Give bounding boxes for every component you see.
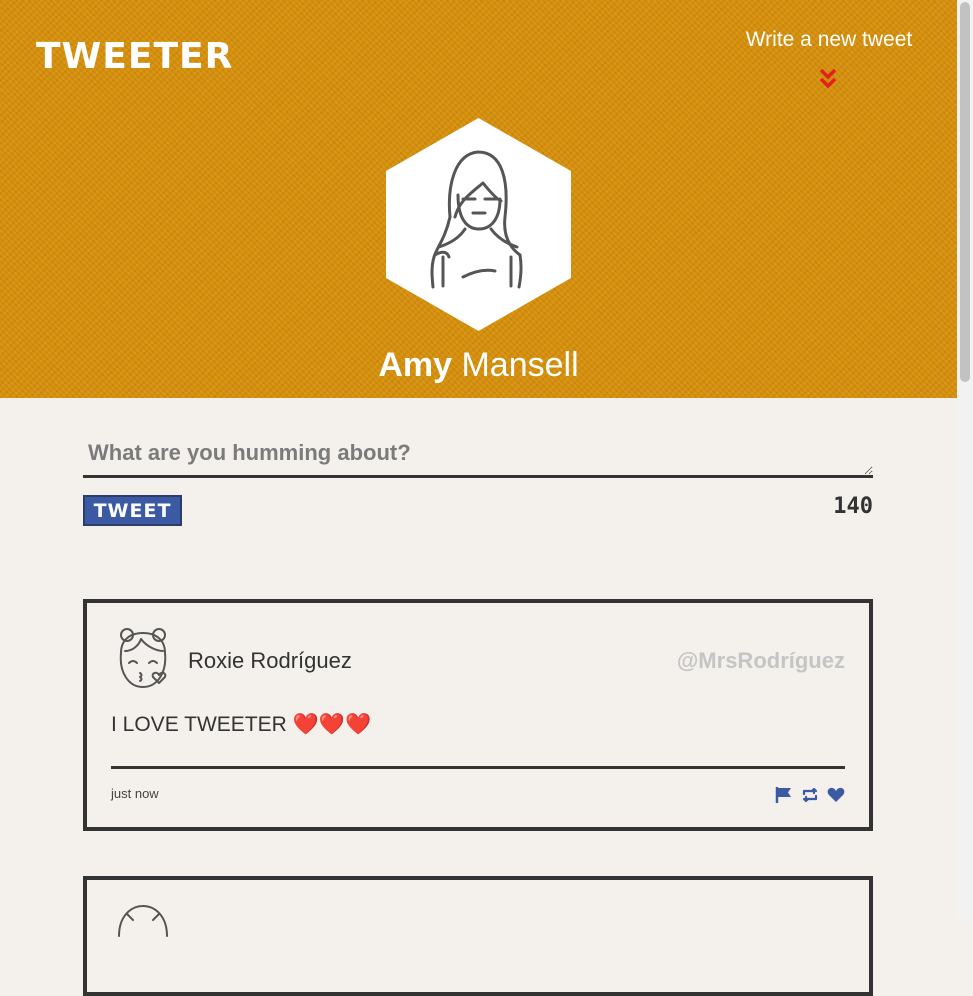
profile-avatar: [386, 118, 571, 331]
tweet-card: [83, 876, 873, 996]
user-avatar-icon: [118, 904, 168, 937]
profile-last-name: Mansell: [461, 346, 579, 384]
tweet-content: I LOVE TWEETER ❤️❤️❤️: [111, 713, 372, 736]
profile-first-name: Amy: [378, 346, 453, 384]
tweet-timestamp: just now: [111, 786, 159, 801]
tweet-actions: [775, 786, 845, 804]
tweet-textarea[interactable]: [83, 436, 873, 478]
scrollbar-thumb[interactable]: [960, 2, 970, 382]
app-logo: TWEETER: [36, 36, 234, 77]
write-new-tweet-label: Write a new tweet: [745, 28, 913, 51]
girl-kiss-avatar-icon: [119, 628, 167, 688]
retweet-icon[interactable]: [801, 786, 819, 804]
write-new-tweet-toggle[interactable]: Write a new tweet: [700, 28, 958, 98]
tweet-card: Roxie Rodríguez @MrsRodríguez I LOVE TWE…: [83, 599, 873, 831]
heart-icon[interactable]: [827, 786, 845, 804]
profile-name: Amy Mansell: [0, 346, 957, 385]
tweet-author-name: Roxie Rodríguez: [188, 648, 352, 673]
flag-icon[interactable]: [775, 786, 793, 804]
double-chevron-down-icon: [819, 68, 837, 89]
character-counter: 140: [833, 494, 873, 519]
tweet-divider: [111, 766, 845, 769]
tweet-author-handle: @MrsRodríguez: [676, 648, 845, 673]
tweet-submit-button[interactable]: TWEET: [83, 495, 182, 526]
page-header: TWEETER Write a new tweet Amy Mansell: [0, 0, 957, 398]
